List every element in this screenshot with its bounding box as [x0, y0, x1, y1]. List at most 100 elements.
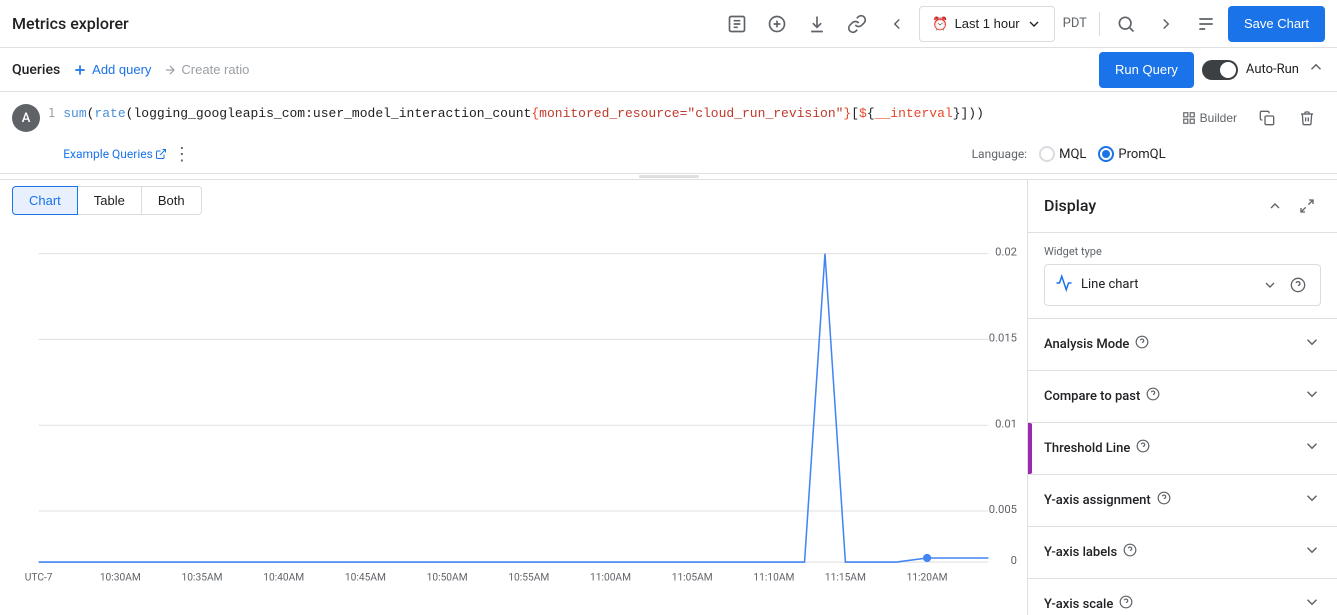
chart-area: Chart Table Both 0.02 0.015 0.01 0.005 0	[0, 180, 1027, 615]
display-panel: Display Widget type Line chart	[1027, 180, 1337, 615]
y-axis-labels-label: Y-axis labels	[1044, 543, 1137, 561]
language-label: Language:	[972, 147, 1028, 161]
widget-type-select[interactable]: Line chart	[1044, 264, 1321, 306]
svg-text:10:30AM: 10:30AM	[100, 572, 141, 583]
y-axis-labels-help-icon[interactable]	[1123, 543, 1137, 561]
settings-icon-btn[interactable]	[1188, 6, 1224, 42]
svg-text:11:10AM: 11:10AM	[753, 572, 794, 583]
svg-text:UTC-7: UTC-7	[25, 572, 53, 583]
timezone-label: PDT	[1059, 16, 1091, 31]
svg-text:0.02: 0.02	[995, 245, 1017, 258]
threshold-line-help-icon[interactable]	[1136, 439, 1150, 457]
svg-text:0.015: 0.015	[989, 331, 1017, 344]
query-content: sum(rate(logging_googleapis_com:user_mod…	[63, 100, 1165, 165]
svg-text:10:45AM: 10:45AM	[345, 572, 386, 583]
widget-type-help[interactable]	[1286, 273, 1310, 297]
query-code[interactable]: sum(rate(logging_googleapis_com:user_mod…	[63, 100, 1165, 128]
y-axis-scale-chevron	[1303, 593, 1321, 615]
y-axis-labels-row[interactable]: Y-axis labels	[1028, 527, 1337, 579]
svg-text:10:55AM: 10:55AM	[508, 572, 549, 583]
analysis-mode-row[interactable]: Analysis Mode	[1028, 319, 1337, 371]
y-axis-scale-help-icon[interactable]	[1119, 595, 1133, 613]
save-chart-button[interactable]: Save Chart	[1228, 6, 1325, 42]
svg-text:0.01: 0.01	[995, 417, 1017, 430]
y-axis-assignment-label: Y-axis assignment	[1044, 491, 1171, 509]
svg-text:0: 0	[1011, 554, 1017, 567]
example-queries-link[interactable]: Example Queries	[63, 147, 167, 161]
mql-label: MQL	[1059, 147, 1086, 162]
analysis-mode-help-icon[interactable]	[1135, 335, 1149, 353]
delete-query-button[interactable]	[1289, 100, 1325, 136]
widget-type-actions	[1258, 273, 1310, 297]
auto-run-label: Auto-Run	[1246, 62, 1299, 77]
time-range-button[interactable]: ⏰ Last 1 hour	[919, 6, 1054, 42]
threshold-line-chevron	[1303, 437, 1321, 460]
more-options-button[interactable]: ⋮	[173, 144, 191, 165]
svg-text:0.005: 0.005	[989, 503, 1017, 516]
chevron-left-btn[interactable]	[879, 6, 915, 42]
run-query-button[interactable]: Run Query	[1099, 52, 1194, 88]
query-footer: Example Queries ⋮ Language: MQL PromQL	[63, 136, 1165, 165]
queries-label: Queries	[12, 62, 60, 78]
queries-bar: Queries Add query Create ratio Run Query…	[0, 48, 1337, 92]
threshold-line-row[interactable]: Threshold Line	[1028, 423, 1337, 475]
example-queries-label: Example Queries	[63, 147, 153, 161]
display-expand-button[interactable]	[1293, 192, 1321, 220]
search-icon-btn[interactable]	[1108, 6, 1144, 42]
create-ratio-label: Create ratio	[181, 62, 249, 77]
chart-tabs-container: Chart Table Both	[0, 180, 1027, 215]
promql-label: PromQL	[1118, 147, 1165, 162]
y-axis-assignment-chevron	[1303, 489, 1321, 512]
queries-right: Run Query Auto-Run	[1099, 52, 1325, 88]
display-title: Display	[1044, 196, 1096, 215]
analysis-mode-chevron	[1303, 333, 1321, 356]
link-icon-btn[interactable]	[839, 6, 875, 42]
y-axis-assignment-row[interactable]: Y-axis assignment	[1028, 475, 1337, 527]
create-ratio-button[interactable]: Create ratio	[163, 62, 249, 77]
chevron-right-btn[interactable]	[1148, 6, 1184, 42]
builder-button[interactable]: Builder	[1174, 100, 1245, 136]
threshold-indicator	[1028, 423, 1032, 474]
widget-type-dropdown[interactable]	[1258, 273, 1282, 297]
info-icon-btn[interactable]	[719, 6, 755, 42]
collapse-button[interactable]	[1307, 58, 1325, 81]
widget-type-label: Widget type	[1044, 245, 1321, 258]
time-range-label: Last 1 hour	[955, 16, 1020, 31]
download-icon-btn[interactable]	[799, 6, 835, 42]
promql-radio[interactable]: PromQL	[1098, 146, 1165, 162]
threshold-line-label: Threshold Line	[1044, 439, 1150, 457]
y-axis-labels-chevron	[1303, 541, 1321, 564]
tab-both[interactable]: Both	[142, 186, 202, 215]
svg-text:10:35AM: 10:35AM	[182, 572, 223, 583]
svg-text:10:40AM: 10:40AM	[263, 572, 304, 583]
header: Metrics explorer ⏰ Last 1 hour PDT	[0, 0, 1337, 48]
add-query-button[interactable]: Add query	[72, 62, 151, 78]
language-radio-group: MQL PromQL	[1039, 146, 1166, 162]
y-axis-scale-row[interactable]: Y-axis scale	[1028, 579, 1337, 615]
y-axis-scale-label: Y-axis scale	[1044, 595, 1133, 613]
compare-to-past-label: Compare to past	[1044, 387, 1160, 405]
app-title: Metrics explorer	[12, 14, 129, 33]
svg-text:11:15AM: 11:15AM	[825, 572, 866, 583]
y-axis-assignment-help-icon[interactable]	[1157, 491, 1171, 509]
add-icon-btn[interactable]	[759, 6, 795, 42]
analysis-mode-label: Analysis Mode	[1044, 335, 1149, 353]
svg-text:11:00AM: 11:00AM	[590, 572, 631, 583]
chart-canvas-container: 0.02 0.015 0.01 0.005 0 UTC-7 10	[0, 215, 1027, 615]
display-header: Display	[1028, 180, 1337, 233]
compare-to-past-row[interactable]: Compare to past	[1028, 371, 1337, 423]
query-right-buttons: Builder	[1174, 100, 1325, 165]
auto-run-toggle[interactable]	[1202, 60, 1238, 80]
builder-label: Builder	[1200, 111, 1237, 125]
mql-radio[interactable]: MQL	[1039, 146, 1086, 162]
compare-to-past-help-icon[interactable]	[1146, 387, 1160, 405]
compare-to-past-chevron	[1303, 385, 1321, 408]
tab-table[interactable]: Table	[78, 186, 142, 215]
query-line-number: 1	[48, 106, 55, 165]
tab-chart[interactable]: Chart	[12, 186, 78, 215]
display-up-button[interactable]	[1261, 192, 1289, 220]
queries-left: Queries Add query Create ratio	[12, 62, 249, 78]
svg-text:11:05AM: 11:05AM	[672, 572, 713, 583]
copy-query-button[interactable]	[1249, 100, 1285, 136]
display-actions	[1261, 192, 1321, 220]
